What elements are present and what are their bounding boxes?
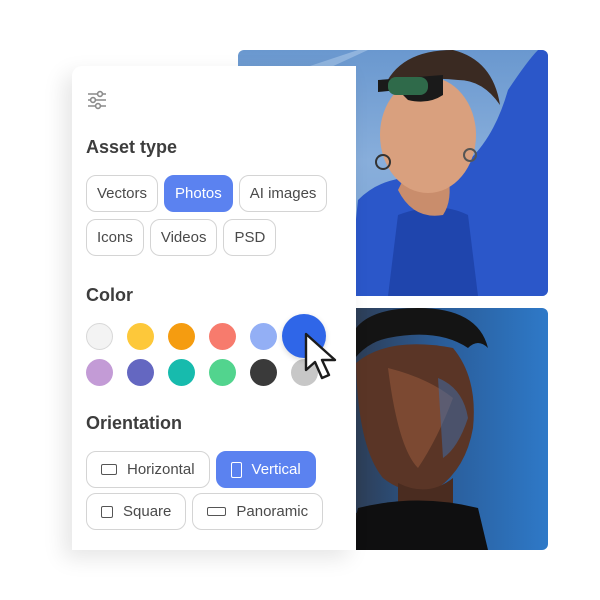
- asset-type-chip-photos[interactable]: Photos: [164, 175, 233, 212]
- orientation-chip-vertical[interactable]: Vertical: [215, 451, 316, 488]
- filter-sliders-icon[interactable]: [86, 90, 108, 110]
- color-swatch-indigo[interactable]: [127, 359, 154, 386]
- filter-panel: Asset type Vectors Photos AI images Icon…: [72, 66, 356, 550]
- color-swatch-green[interactable]: [209, 359, 236, 386]
- color-swatch-red[interactable]: [209, 323, 236, 350]
- orientation-heading: Orientation: [86, 413, 183, 433]
- asset-type-row-2: Icons Videos PSD: [86, 219, 277, 256]
- panoramic-rect-icon: [207, 507, 227, 516]
- color-swatch-orange[interactable]: [168, 323, 195, 350]
- orientation-panoramic-label: Panoramic: [236, 503, 309, 520]
- asset-type-chip-vectors[interactable]: Vectors: [86, 175, 159, 212]
- asset-type-chip-psd[interactable]: PSD: [223, 219, 277, 256]
- color-swatch-lavender[interactable]: [86, 359, 113, 386]
- horizontal-rect-icon: [101, 464, 117, 475]
- color-swatch-teal[interactable]: [168, 359, 195, 386]
- asset-type-chip-icons[interactable]: Icons: [86, 219, 144, 256]
- orientation-chip-panoramic[interactable]: Panoramic: [192, 493, 324, 530]
- asset-type-chip-videos[interactable]: Videos: [149, 219, 218, 256]
- color-swatch-white[interactable]: [86, 323, 113, 350]
- square-icon: [101, 505, 113, 518]
- orientation-chip-square[interactable]: Square: [86, 493, 187, 530]
- orientation-horizontal-label: Horizontal: [127, 461, 195, 478]
- orientation-row-1: Horizontal Vertical: [86, 451, 316, 488]
- orientation-row-2: Square Panoramic: [86, 493, 324, 530]
- color-swatch-yellow[interactable]: [127, 323, 154, 350]
- asset-type-row-1: Vectors Photos AI images: [86, 175, 328, 212]
- color-heading: Color: [86, 285, 133, 305]
- color-swatch-light-blue[interactable]: [250, 323, 277, 350]
- asset-type-heading: Asset type: [86, 137, 178, 157]
- mouse-pointer-icon: [304, 332, 337, 380]
- orientation-vertical-label: Vertical: [251, 461, 301, 478]
- asset-type-chip-ai-images[interactable]: AI images: [238, 175, 328, 212]
- vertical-rect-icon: [230, 461, 242, 478]
- orientation-square-label: Square: [123, 503, 172, 520]
- color-swatch-row-1: [86, 323, 277, 350]
- orientation-chip-horizontal[interactable]: Horizontal: [86, 451, 210, 488]
- color-swatch-black[interactable]: [250, 359, 277, 386]
- color-swatch-row-2: [86, 359, 318, 386]
